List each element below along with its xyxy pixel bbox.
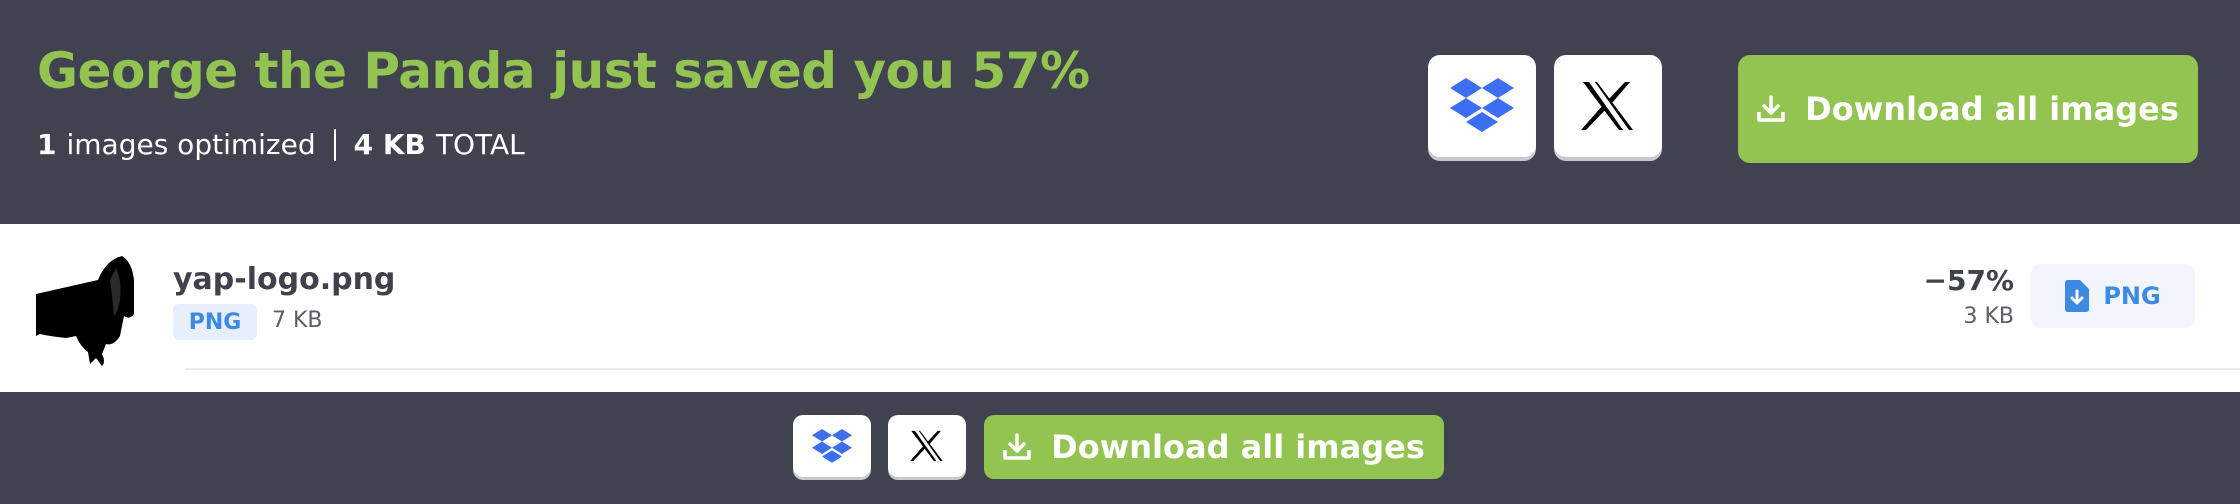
file-row: yap-logo.png PNG 7 KB −57% 3 KB PNG <box>0 224 2240 392</box>
dropbox-icon <box>812 428 852 463</box>
download-format-label: PNG <box>2103 282 2161 310</box>
download-all-label: Download all images <box>1805 90 2179 128</box>
x-icon <box>910 430 943 462</box>
optimized-size: 3 KB <box>1963 304 2014 329</box>
original-size: 7 KB <box>272 308 323 333</box>
share-on-x-button[interactable] <box>1554 55 1662 157</box>
download-all-label: Download all images <box>1051 428 1425 466</box>
summary-header: George the Panda just saved you 57% 1 im… <box>0 0 2240 224</box>
summary-stats: 1 images optimized 4 KB TOTAL <box>37 128 525 161</box>
saving-percent: −57% <box>1923 264 2014 297</box>
file-name: yap-logo.png <box>173 262 396 297</box>
file-format-badge: PNG <box>173 304 257 340</box>
dropbox-icon <box>1450 78 1514 132</box>
total-size: 4 KB <box>353 128 426 161</box>
download-all-button[interactable]: Download all images <box>1738 55 2198 163</box>
image-thumbnail <box>36 256 134 366</box>
download-icon <box>1003 433 1031 461</box>
bottom-action-bar: Download all images <box>0 392 2240 504</box>
share-on-x-button[interactable] <box>888 415 966 477</box>
download-all-button[interactable]: Download all images <box>984 415 1444 479</box>
images-count: 1 <box>37 128 57 161</box>
stats-divider <box>333 128 336 161</box>
download-icon <box>1757 95 1785 123</box>
file-download-icon <box>2065 280 2090 312</box>
savings-headline: George the Panda just saved you 57% <box>37 42 1090 100</box>
images-label: images optimized <box>66 128 316 161</box>
download-file-button[interactable]: PNG <box>2031 264 2195 328</box>
total-label: TOTAL <box>435 128 525 161</box>
save-to-dropbox-button[interactable] <box>793 415 871 477</box>
row-divider <box>185 368 2240 370</box>
x-icon <box>1581 82 1633 130</box>
save-to-dropbox-button[interactable] <box>1428 55 1536 157</box>
